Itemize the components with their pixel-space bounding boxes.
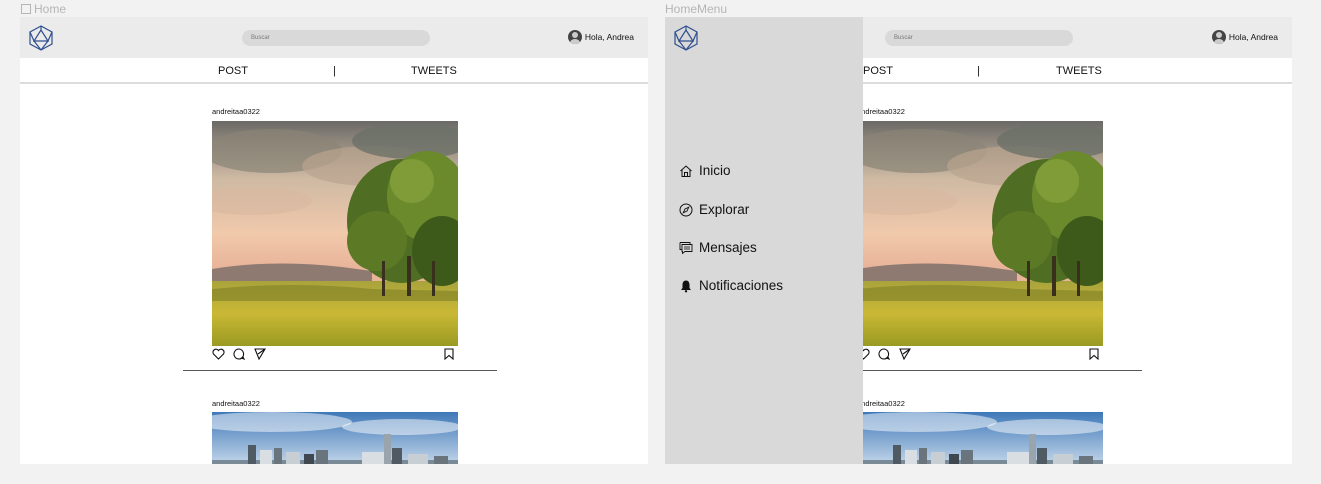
post-username[interactable]: andreitaa0322: [857, 107, 905, 116]
frame-icon: [21, 4, 31, 14]
bell-icon: [681, 280, 691, 292]
top-bar: Buscar Hola, Andrea: [20, 17, 648, 58]
menu-item-label: Mensajes: [699, 240, 757, 255]
post-actions: [212, 348, 458, 360]
comment-icon[interactable]: [233, 348, 245, 360]
menu-item-label: Notificaciones: [699, 278, 784, 293]
post-image-landscape[interactable]: [212, 121, 458, 346]
logo-icon[interactable]: [28, 25, 54, 51]
post-divider: [828, 370, 1142, 371]
side-menu: Inicio Explorar Mensajes Notificaciones: [665, 17, 863, 464]
menu-item-explorar[interactable]: Explorar: [679, 202, 749, 217]
menu-item-label: Explorar: [699, 202, 750, 217]
tab-separator: |: [333, 65, 336, 77]
artboard-homemenu: Buscar Hola, Andrea POST | TWEETS andrei…: [665, 17, 1292, 464]
comment-icon[interactable]: [878, 348, 890, 360]
avatar-icon: [1211, 30, 1226, 44]
post-image-city[interactable]: [212, 412, 458, 464]
post-actions: [857, 348, 1103, 360]
artboard-home: Buscar Hola, Andrea POST | TWEETS andrei…: [20, 17, 648, 464]
user-menu[interactable]: Hola, Andrea: [1211, 30, 1278, 44]
bookmark-icon[interactable]: [1089, 348, 1099, 360]
post-divider: [183, 370, 497, 371]
post-image-landscape[interactable]: [857, 121, 1103, 346]
frame-label-homemenu: HomeMenu: [665, 2, 727, 16]
messages-icon: [679, 241, 693, 254]
post-image-city[interactable]: [857, 412, 1103, 464]
post-username[interactable]: andreitaa0322: [212, 107, 260, 116]
tab-bar: POST | TWEETS: [20, 58, 648, 84]
heart-icon[interactable]: [212, 348, 225, 360]
post-username[interactable]: andreitaa0322: [857, 399, 905, 408]
menu-item-notificaciones[interactable]: Notificaciones: [679, 278, 783, 293]
bookmark-icon[interactable]: [444, 348, 454, 360]
compass-icon: [679, 203, 693, 216]
tab-tweets[interactable]: TWEETS: [1056, 65, 1102, 77]
logo-icon[interactable]: [673, 25, 699, 51]
user-menu[interactable]: Hola, Andrea: [567, 30, 634, 44]
frame-label-text: HomeMenu: [665, 2, 728, 16]
search-input[interactable]: Buscar: [885, 30, 1073, 46]
search-input[interactable]: Buscar: [242, 30, 430, 46]
menu-item-mensajes[interactable]: Mensajes: [679, 240, 757, 255]
menu-item-label: Inicio: [699, 163, 731, 178]
tab-tweets[interactable]: TWEETS: [411, 65, 457, 77]
avatar-icon: [567, 30, 582, 44]
share-icon[interactable]: [254, 348, 266, 360]
tab-post[interactable]: POST: [218, 65, 248, 77]
greeting-label: Hola, Andrea: [584, 32, 634, 42]
tab-post[interactable]: POST: [863, 65, 893, 77]
tab-separator: |: [977, 65, 980, 77]
post-username[interactable]: andreitaa0322: [212, 399, 260, 408]
home-icon: [680, 164, 692, 177]
frame-label-text: Home: [34, 2, 67, 16]
menu-item-inicio[interactable]: Inicio: [679, 163, 731, 178]
share-icon[interactable]: [899, 348, 911, 360]
frame-label-home: Home: [21, 2, 66, 16]
greeting-label: Hola, Andrea: [1228, 32, 1278, 42]
